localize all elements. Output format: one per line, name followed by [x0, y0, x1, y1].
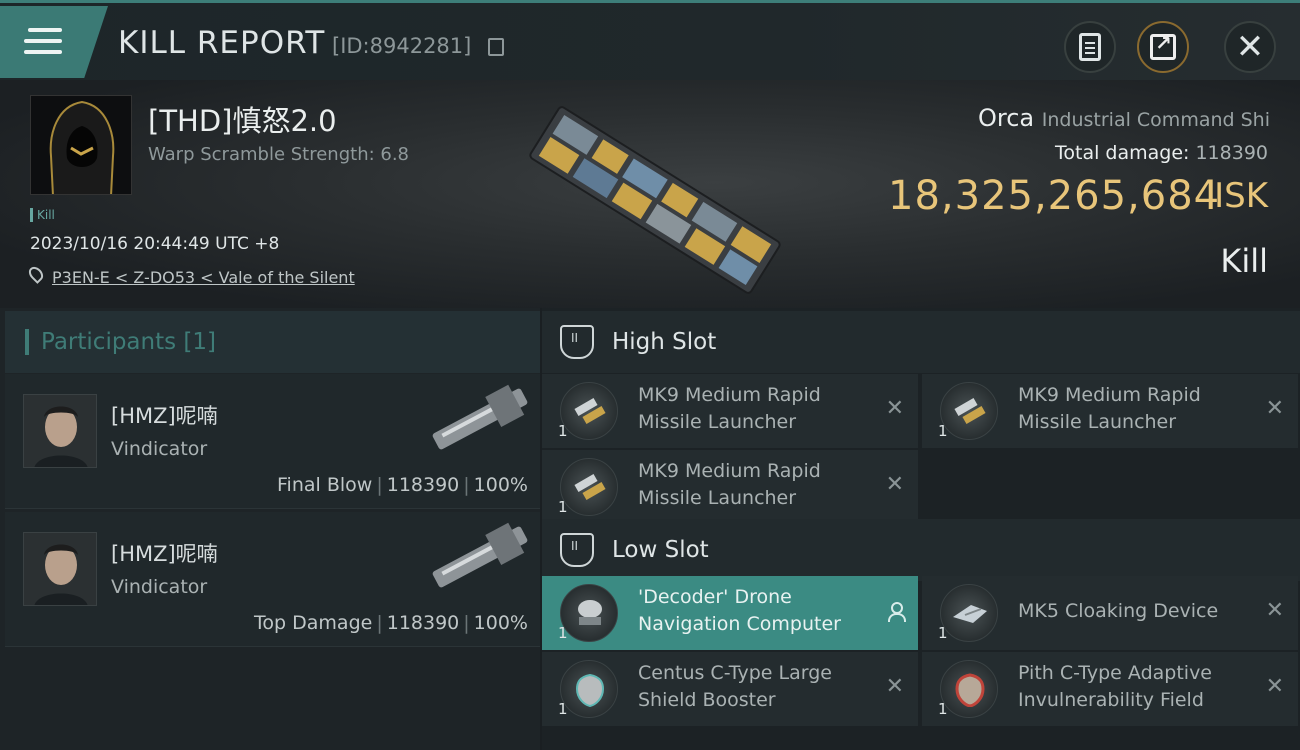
location-link[interactable]: P3EN-E < Z-DO53 < Vale of the Silent [52, 268, 355, 287]
module-name: MK9 Medium Rapid Missile Launcher [1018, 384, 1201, 433]
high-slot-header: High Slot [542, 311, 1300, 373]
missile-launcher-icon [940, 382, 998, 440]
participant-damage: 118390 [386, 612, 460, 634]
destroyed-x-icon: ✕ [885, 674, 904, 699]
location-pin-icon [26, 264, 46, 284]
participant-role: Top Damage [254, 612, 373, 634]
missile-launcher-icon [560, 382, 618, 440]
module-name: MK5 Cloaking Device [1018, 600, 1219, 622]
close-icon: ✕ [1235, 27, 1265, 67]
total-damage: Total damage: 118390 [1055, 142, 1268, 164]
share-icon [1150, 31, 1176, 60]
high-slot-icon [560, 325, 594, 359]
module-item[interactable]: 1 Pith C-Type Adaptive Invulnerability F… [922, 652, 1298, 726]
notes-button[interactable] [1064, 21, 1116, 73]
participant-role: Final Blow [277, 474, 373, 496]
participant-stats: Final Blow | 118390 | 100% [277, 474, 528, 496]
victim-panel: [THD]慎怒2.0 Warp Scramble Strength: 6.8 K… [0, 80, 1300, 308]
module-name: Centus C-Type Large Shield Booster [638, 662, 832, 711]
module-item[interactable]: 1 Centus C-Type Large Shield Booster ✕ [542, 652, 918, 726]
module-item[interactable]: 1 MK9 Medium Rapid Missile Launcher ✕ [542, 374, 918, 448]
participants-header: Participants [1] [5, 311, 540, 373]
page-title: KILL REPORT [118, 25, 326, 61]
destroyed-x-icon: ✕ [1265, 674, 1284, 699]
report-id: [ID:8942281] [332, 34, 472, 58]
module-quantity: 1 [938, 624, 948, 642]
ship-class-text: Industrial Command Shi [1041, 109, 1270, 131]
module-quantity: 1 [558, 498, 568, 516]
module-quantity: 1 [558, 624, 568, 642]
participants-panel: Participants [1] [HMZ]呢喃 Vindicator Fina… [0, 308, 540, 750]
participant-damage: 118390 [386, 474, 460, 496]
total-damage-value: 118390 [1195, 142, 1268, 164]
shield-booster-icon [560, 660, 618, 718]
warp-scramble-strength: Warp Scramble Strength: 6.8 [148, 144, 410, 165]
participant-ship: Vindicator [111, 438, 208, 460]
module-item[interactable]: 1 MK9 Medium Rapid Missile Launcher ✕ [542, 450, 918, 524]
header-bar: KILL REPORT [ID:8942281] ✕ [0, 0, 1300, 80]
drone-navigation-computer-icon [560, 584, 618, 642]
participant-row[interactable]: [HMZ]呢喃 Vindicator Final Blow | 118390 | 100… [5, 374, 540, 509]
module-item[interactable]: 1 MK5 Cloaking Device ✕ [922, 576, 1298, 650]
destroyed-x-icon: ✕ [1265, 598, 1284, 623]
module-name: Pith C-Type Adaptive Invulnerability Fie… [1018, 662, 1212, 711]
participant-name[interactable]: [HMZ]呢喃 [111, 538, 218, 568]
victim-portrait[interactable] [30, 95, 132, 195]
invulnerability-field-icon [940, 660, 998, 718]
destroyed-x-icon: ✕ [885, 472, 904, 497]
module-quantity: 1 [938, 422, 948, 440]
participants-count: [1] [183, 329, 217, 355]
module-quantity: 1 [558, 700, 568, 718]
kill-result-label: Kill [1220, 242, 1268, 280]
participants-title: Participants [1] [25, 329, 216, 355]
destroyed-x-icon: ✕ [885, 396, 904, 421]
participant-ship-image [432, 522, 528, 588]
low-slot-title: Low Slot [612, 537, 709, 563]
close-button[interactable]: ✕ [1224, 21, 1276, 73]
module-quantity: 1 [938, 700, 948, 718]
participant-avatar[interactable] [23, 394, 97, 468]
victim-ship-image [529, 106, 781, 294]
dropped-person-icon [888, 602, 906, 622]
module-name: MK9 Medium Rapid Missile Launcher [638, 384, 821, 433]
participants-title-text: Participants [41, 329, 177, 355]
menu-button[interactable] [0, 6, 108, 78]
module-item-selected[interactable]: 1 'Decoder' Drone Navigation Computer [542, 576, 918, 650]
module-name: MK9 Medium Rapid Missile Launcher [638, 460, 821, 509]
module-item[interactable]: 1 MK9 Medium Rapid Missile Launcher ✕ [922, 374, 1298, 448]
participant-percent: 100% [473, 612, 528, 634]
module-quantity: 1 [558, 422, 568, 440]
participant-ship: Vindicator [111, 576, 208, 598]
share-button[interactable] [1137, 21, 1189, 73]
participant-avatar[interactable] [23, 532, 97, 606]
victim-ship-name: Orca Industrial Command Shi [978, 104, 1270, 132]
cloaking-device-icon [940, 584, 998, 642]
hamburger-menu-icon [24, 28, 62, 58]
participant-percent: 100% [473, 474, 528, 496]
module-name: 'Decoder' Drone Navigation Computer [638, 586, 841, 635]
missile-launcher-icon [560, 458, 618, 516]
ship-name-text: Orca [977, 104, 1035, 132]
copy-icon[interactable] [488, 38, 504, 56]
kill-tag: Kill [30, 208, 55, 222]
low-slot-icon [560, 533, 594, 567]
participant-name[interactable]: [HMZ]呢喃 [111, 400, 218, 430]
participant-ship-image [432, 384, 528, 450]
notes-icon [1079, 33, 1101, 61]
kill-datetime: 2023/10/16 20:44:49 UTC +8 [30, 234, 280, 254]
participant-stats: Top Damage | 118390 | 100% [254, 612, 528, 634]
victim-name[interactable]: [THD]慎怒2.0 [148, 98, 337, 140]
total-damage-label: Total damage: [1055, 142, 1190, 164]
low-slot-header: Low Slot [542, 519, 1300, 581]
isk-unit: ISK [1214, 176, 1268, 216]
high-slot-title: High Slot [612, 329, 717, 355]
isk-value: 18,325,265,684 [888, 173, 1221, 219]
destroyed-x-icon: ✕ [1265, 396, 1284, 421]
participant-row[interactable]: [HMZ]呢喃 Vindicator Top Damage | 118390 | 100… [5, 512, 540, 647]
fitting-slots-panel: High Slot 1 MK9 Medium Rapid Missile Lau… [542, 308, 1300, 750]
